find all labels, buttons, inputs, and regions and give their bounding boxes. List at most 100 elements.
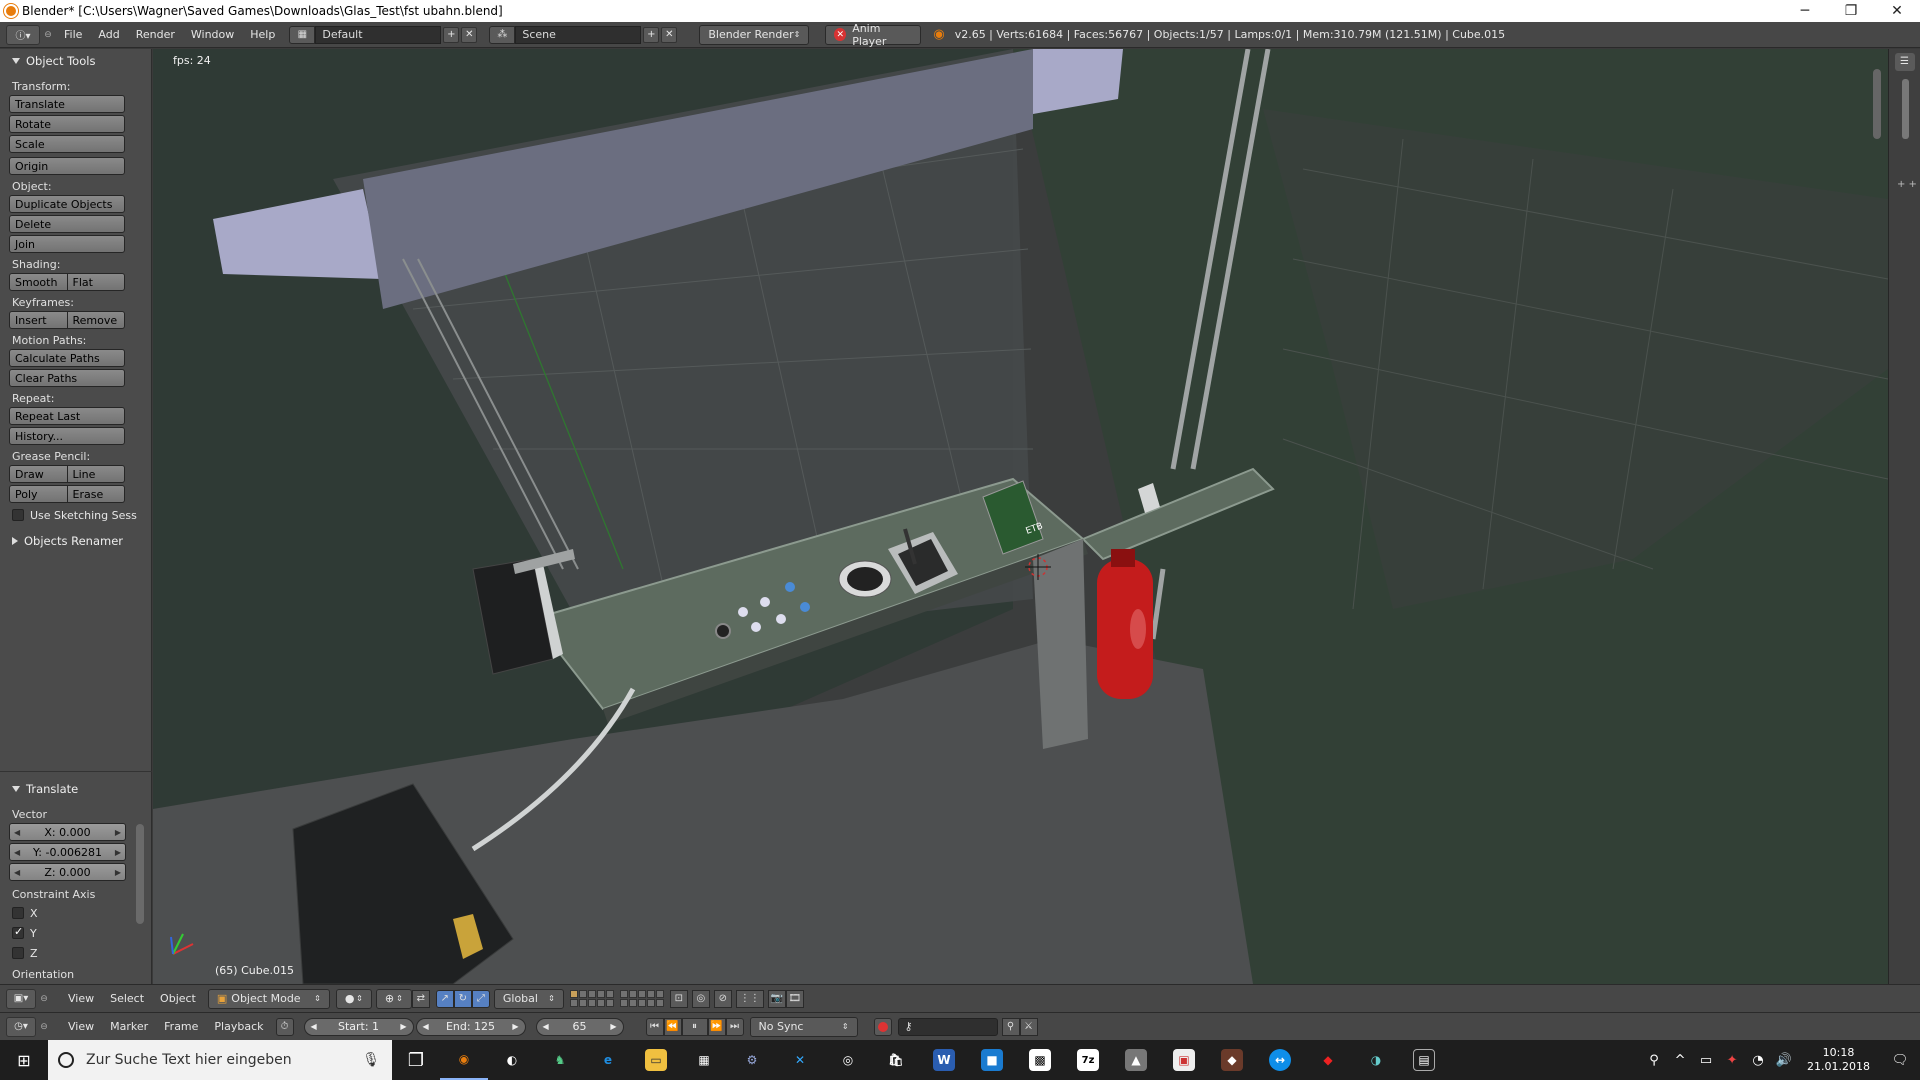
- next-keyframe-icon[interactable]: ⏩: [707, 1017, 726, 1036]
- preview-range-icon[interactable]: ⏱: [275, 1017, 294, 1036]
- remove-layout-icon[interactable]: ✕: [461, 26, 478, 43]
- start-frame-field[interactable]: ◀ Start: 1 ▶: [303, 1017, 414, 1036]
- keying-set-field[interactable]: ⚷: [897, 1017, 998, 1036]
- minimize-button[interactable]: ─: [1782, 0, 1828, 22]
- menu-help[interactable]: Help: [242, 28, 283, 41]
- end-frame-field[interactable]: ◀ End: 125 ▶: [415, 1017, 526, 1036]
- decrement-arrow-icon[interactable]: ◀: [543, 1022, 549, 1031]
- network-icon[interactable]: ◔: [1745, 1053, 1771, 1068]
- increment-arrow-icon[interactable]: ▶: [115, 868, 121, 877]
- tray-expand-icon[interactable]: ^: [1667, 1053, 1693, 1068]
- increment-arrow-icon[interactable]: ▶: [115, 848, 121, 857]
- plus-icon[interactable]: + +: [1897, 179, 1917, 190]
- flat-button[interactable]: Flat: [67, 273, 125, 291]
- app-brown-icon[interactable]: ◆: [1208, 1040, 1256, 1080]
- delete-button[interactable]: Delete: [9, 215, 125, 233]
- lock-layers-icon[interactable]: ⊡: [669, 989, 688, 1008]
- add-layout-icon[interactable]: +: [443, 26, 460, 43]
- steam-icon[interactable]: ◐: [488, 1040, 536, 1080]
- scale-button[interactable]: Scale: [9, 135, 125, 153]
- app-red-icon[interactable]: ◆: [1304, 1040, 1352, 1080]
- close-button[interactable]: ✕: [1874, 0, 1920, 22]
- app-teal-icon[interactable]: ◑: [1352, 1040, 1400, 1080]
- collapse-menu-icon[interactable]: ⊖: [36, 1022, 52, 1032]
- pivot-dropdown[interactable]: ⊕ ⇕: [375, 988, 412, 1009]
- erase-button[interactable]: Erase: [67, 485, 125, 503]
- scene-field[interactable]: Scene: [515, 25, 642, 44]
- viewport-scroll-icon[interactable]: [1873, 69, 1881, 139]
- microphone-icon[interactable]: 🎙: [362, 1052, 380, 1068]
- steam-client-icon[interactable]: ⚙: [728, 1040, 776, 1080]
- windows-start-icon[interactable]: ⊞: [0, 1040, 48, 1080]
- increment-arrow-icon[interactable]: ▶: [400, 1022, 406, 1031]
- operator-scrollbar[interactable]: [136, 824, 144, 924]
- layer-grid-2[interactable]: [619, 990, 664, 1007]
- mode-dropdown[interactable]: ▣ Object Mode ⇕: [207, 988, 330, 1009]
- menu-object[interactable]: Object: [152, 992, 204, 1005]
- vector-x-field[interactable]: ◀ X: 0.000 ▶: [9, 823, 126, 841]
- blender-taskbar-icon[interactable]: ◉: [440, 1040, 488, 1080]
- app-grey-icon[interactable]: ▲: [1112, 1040, 1160, 1080]
- volume-icon[interactable]: 🔊: [1771, 1053, 1797, 1068]
- scene-icon[interactable]: ⁂: [489, 25, 516, 44]
- app-terminal-icon[interactable]: ▤: [1400, 1040, 1448, 1080]
- notification-icon[interactable]: 🗨: [1880, 1053, 1920, 1068]
- outliner-scrollbar[interactable]: [1902, 79, 1909, 139]
- poly-button[interactable]: Poly: [9, 485, 68, 503]
- 7zip-icon[interactable]: 7z: [1064, 1040, 1112, 1080]
- editor-type-info-icon[interactable]: ⓘ▾: [6, 24, 40, 45]
- repeat-last-button[interactable]: Repeat Last: [9, 407, 125, 425]
- menu-add[interactable]: Add: [90, 28, 127, 41]
- anim-player-button[interactable]: ✕ Anim Player: [825, 22, 922, 48]
- clear-paths-button[interactable]: Clear Paths: [9, 369, 125, 387]
- decrement-arrow-icon[interactable]: ◀: [14, 828, 20, 837]
- decrement-arrow-icon[interactable]: ◀: [14, 848, 20, 857]
- manipulator-toggle-icon[interactable]: ⇄: [411, 989, 430, 1008]
- rotate-manipulator-icon[interactable]: ↻: [453, 989, 472, 1008]
- current-frame-field[interactable]: ◀ 65 ▶: [535, 1017, 624, 1036]
- outliner-editor-icon[interactable]: ☰: [1894, 53, 1915, 71]
- menu-file[interactable]: File: [56, 28, 90, 41]
- collapse-menu-icon[interactable]: ⊖: [36, 994, 52, 1004]
- constraint-x-row[interactable]: X: [0, 903, 152, 923]
- objects-renamer-panel-header[interactable]: Objects Renamer: [0, 531, 151, 551]
- screen-layout-field[interactable]: Default: [315, 25, 442, 44]
- teamviewer-icon[interactable]: ↔: [1256, 1040, 1304, 1080]
- menu-view[interactable]: View: [60, 1020, 102, 1033]
- file-explorer-icon[interactable]: ▭: [632, 1040, 680, 1080]
- tray-red-icon[interactable]: ✦: [1719, 1053, 1745, 1068]
- document-app-icon[interactable]: W: [920, 1040, 968, 1080]
- constraint-y-row[interactable]: Y: [0, 923, 152, 943]
- tray-app-icon[interactable]: ▭: [1693, 1053, 1719, 1068]
- insert-keyframe-button[interactable]: Insert: [9, 311, 68, 329]
- 3d-viewport[interactable]: ETB fps: 24 (65) Cube.015: [153, 49, 1888, 984]
- constraint-z-row[interactable]: Z: [0, 943, 152, 963]
- menu-view[interactable]: View: [60, 992, 102, 1005]
- edge-icon[interactable]: e: [584, 1040, 632, 1080]
- snap-icon[interactable]: ⊘: [713, 989, 732, 1008]
- jump-start-icon[interactable]: ⏮: [645, 1017, 664, 1036]
- decrement-arrow-icon[interactable]: ◀: [311, 1022, 317, 1031]
- object-tools-panel-header[interactable]: Object Tools: [0, 51, 151, 71]
- xsplit-icon[interactable]: ✕: [776, 1040, 824, 1080]
- pause-icon[interactable]: ⏸: [681, 1017, 708, 1036]
- use-sketching-checkbox-row[interactable]: Use Sketching Sess: [0, 505, 151, 525]
- editor-type-3dview-icon[interactable]: ▣▾: [6, 988, 36, 1009]
- jump-end-icon[interactable]: ⏭: [725, 1017, 744, 1036]
- menu-frame[interactable]: Frame: [156, 1020, 206, 1033]
- task-view-icon[interactable]: ❐: [392, 1040, 440, 1080]
- increment-arrow-icon[interactable]: ▶: [610, 1022, 616, 1031]
- prev-keyframe-icon[interactable]: ⏪: [663, 1017, 682, 1036]
- editor-type-timeline-icon[interactable]: ◷▾: [6, 1016, 36, 1037]
- menu-window[interactable]: Window: [183, 28, 242, 41]
- opengl-anim-icon[interactable]: 🎞: [785, 989, 804, 1008]
- proportional-edit-icon[interactable]: ◎: [691, 989, 710, 1008]
- add-scene-icon[interactable]: +: [643, 26, 660, 43]
- system-clock[interactable]: 10:18 21.01.2018: [1797, 1046, 1880, 1074]
- remove-scene-icon[interactable]: ✕: [661, 26, 678, 43]
- store-icon[interactable]: 🛍: [872, 1040, 920, 1080]
- rotate-button[interactable]: Rotate: [9, 115, 125, 133]
- duplicate-objects-button[interactable]: Duplicate Objects: [9, 195, 125, 213]
- menu-render[interactable]: Render: [128, 28, 183, 41]
- constraint-y-checkbox[interactable]: [12, 925, 24, 939]
